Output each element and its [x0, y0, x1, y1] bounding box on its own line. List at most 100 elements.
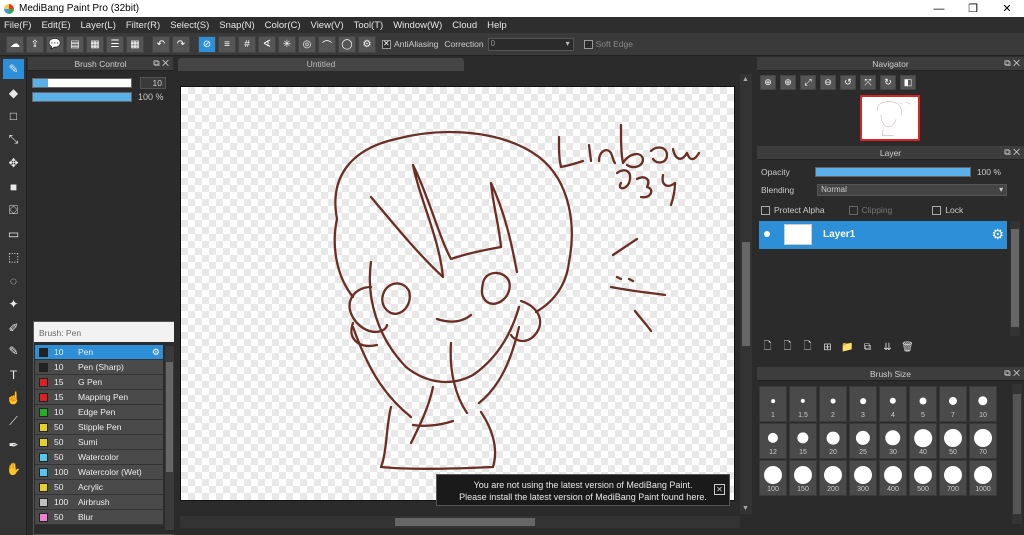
menu-select[interactable]: Select(S) [170, 20, 209, 31]
lock-checkbox[interactable] [932, 205, 942, 215]
brush-size-cell[interactable]: 70 [969, 423, 997, 459]
snap-circle-icon[interactable]: ◎ [298, 35, 316, 53]
brush-size-cell[interactable]: 7 [939, 386, 967, 422]
panel-controls-icon[interactable]: ⧉ ✕ [1004, 368, 1020, 379]
scroll-down-icon[interactable]: ▼ [742, 505, 749, 512]
fit-icon[interactable]: ⤢ [800, 75, 816, 90]
brush-size-cell[interactable]: 10 [969, 386, 997, 422]
menu-snap[interactable]: Snap(N) [219, 20, 254, 31]
dot-tool-icon[interactable]: □ [3, 106, 24, 126]
canvas-vertical-scrollbar[interactable]: ▲ ▼ [740, 74, 752, 514]
hand-tool-icon[interactable]: ✋ [3, 459, 24, 479]
brush-size-cell[interactable]: 12 [759, 423, 787, 459]
brush-list-item[interactable]: 10 Edge Pen [35, 405, 163, 420]
menu-color[interactable]: Color(C) [265, 20, 301, 31]
panel-controls-icon[interactable]: ⧉ ✕ [1004, 147, 1020, 158]
layer-item[interactable]: Layer1 ⚙ [759, 221, 1007, 249]
layer-settings-icon[interactable]: ⚙ [991, 226, 1004, 243]
brush-size-cell[interactable]: 1.5 [789, 386, 817, 422]
menu-view[interactable]: View(V) [311, 20, 344, 31]
merge-layer-icon[interactable]: ⇊ [880, 340, 895, 355]
menu-cloud[interactable]: Cloud [452, 20, 477, 31]
snap-curve-icon[interactable]: ⌒ [318, 35, 336, 53]
eraser-tool-icon[interactable]: ◆ [3, 83, 24, 103]
brush-size-cell[interactable]: 4 [879, 386, 907, 422]
brush-list-item[interactable]: 50 Sumi [35, 435, 163, 450]
brush-list-item[interactable]: 50 Acrylic [35, 480, 163, 495]
brush-size-cell[interactable]: 40 [909, 423, 937, 459]
add-layer-menu-icon[interactable]: ⊞ [820, 340, 835, 355]
brush-settings-icon[interactable]: ⚙ [152, 347, 160, 358]
new-halftone-layer-icon[interactable]: 🗋 [780, 340, 795, 355]
brush-size-cell[interactable]: 300 [849, 460, 877, 496]
magic-wand-tool-icon[interactable]: ✦ [3, 294, 24, 314]
menu-filter[interactable]: Filter(R) [126, 20, 160, 31]
eyedropper-tool-icon[interactable]: ✒ [3, 435, 24, 455]
brush-size-cell[interactable]: 25 [849, 423, 877, 459]
brush-list-item[interactable]: 15 Mapping Pen [35, 390, 163, 405]
brush-size-cell[interactable]: 1000 [969, 460, 997, 496]
close-button[interactable]: ✕ [990, 0, 1024, 17]
snap-radial-icon[interactable]: ✳ [278, 35, 296, 53]
brush-size-cell[interactable]: 100 [759, 460, 787, 496]
brush-size-cell[interactable]: 5 [909, 386, 937, 422]
update-notification[interactable]: You are not using the latest version of … [436, 474, 730, 506]
select-tool-icon[interactable]: ⬚ [3, 247, 24, 267]
canvas-horizontal-scrollbar[interactable] [180, 516, 740, 528]
brush-list-item[interactable]: 50 Watercolor [35, 450, 163, 465]
drawing-canvas[interactable] [180, 86, 735, 501]
brush-list-item[interactable]: 50 Stipple Pen [35, 420, 163, 435]
soft-edge-checkbox[interactable] [583, 39, 593, 49]
undo-icon[interactable]: ↶ [152, 35, 170, 53]
brush-list-item[interactable]: 15 G Pen [35, 375, 163, 390]
panel-controls-icon[interactable]: ⧉ ✕ [1004, 58, 1020, 69]
bucket-tool-icon[interactable]: ⛋ [3, 200, 24, 220]
brush-size-cell[interactable]: 1 [759, 386, 787, 422]
fit-window-icon[interactable]: ⤧ [860, 75, 876, 90]
notification-close-icon[interactable]: ✕ [714, 484, 725, 495]
protect-alpha-checkbox[interactable] [761, 205, 770, 215]
duplicate-layer-icon[interactable]: ⧉ [860, 340, 875, 355]
blending-select[interactable]: Normal [817, 184, 1008, 196]
menu-window[interactable]: Window(W) [393, 20, 442, 31]
brush-opacity-slider[interactable] [32, 92, 132, 102]
cloud-icon[interactable]: ☁ [6, 35, 24, 53]
menu-tool[interactable]: Tool(T) [354, 20, 384, 31]
layer-opacity-slider[interactable] [814, 167, 971, 177]
navigator-preview[interactable] [860, 95, 920, 141]
rotate-right-icon[interactable]: ↻ [880, 75, 896, 90]
document-tab[interactable]: Untitled [178, 58, 464, 71]
list-icon[interactable]: ☰ [106, 35, 124, 53]
correction-select[interactable]: 0 [487, 37, 574, 51]
brush-list-item[interactable]: 50 Blur [35, 510, 163, 525]
select-pen-tool-icon[interactable]: ✐ [3, 318, 24, 338]
brush-size-cell[interactable]: 200 [819, 460, 847, 496]
brush-size-cell[interactable]: 500 [909, 460, 937, 496]
text-tool-icon[interactable]: T [3, 365, 24, 385]
snap-grid-icon[interactable]: # [238, 35, 256, 53]
menu-edit[interactable]: Edit(E) [41, 20, 70, 31]
lasso-tool-icon[interactable]: ◌ [3, 271, 24, 291]
brush-size-cell[interactable]: 700 [939, 460, 967, 496]
zoom-reset-icon[interactable]: ⊕ [760, 75, 776, 90]
flip-icon[interactable]: ◧ [900, 75, 916, 90]
clipping-checkbox[interactable] [848, 205, 858, 215]
redo-icon[interactable]: ↷ [172, 35, 190, 53]
gradient-tool-icon[interactable]: ▭ [3, 224, 24, 244]
snap-off-icon[interactable]: ⊘ [198, 35, 216, 53]
brush-list-item[interactable]: 100 Airbrush [35, 495, 163, 510]
snap-perspective-icon[interactable]: ∢ [258, 35, 276, 53]
new-8bit-layer-icon[interactable]: 🗋 [800, 340, 815, 355]
brush-list-item[interactable]: 100 Watercolor (Wet) [35, 465, 163, 480]
panel-controls-icon[interactable]: ⧉ ✕ [153, 58, 169, 69]
zoom-out-icon[interactable]: ⊖ [820, 75, 836, 90]
new-folder-icon[interactable]: 📁 [840, 340, 855, 355]
brush-size-value[interactable]: 10 [140, 77, 166, 89]
brush-size-cell[interactable]: 3 [849, 386, 877, 422]
brush-tool-icon[interactable]: ✎ [3, 59, 24, 79]
comment-icon[interactable]: 💬 [46, 35, 64, 53]
scroll-up-icon[interactable]: ▲ [742, 76, 749, 83]
brush-size-scrollbar[interactable] [1012, 384, 1022, 524]
brush-list-scrollbar[interactable] [165, 346, 174, 530]
snap-ellipse-icon[interactable]: ◯ [338, 35, 356, 53]
